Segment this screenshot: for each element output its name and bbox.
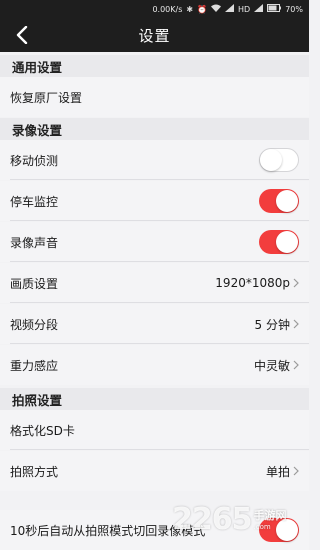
- section-title: 通用设置: [12, 59, 63, 75]
- divider: [10, 343, 309, 344]
- row-gsensor[interactable]: 重力感应 中灵敏: [0, 345, 309, 385]
- row-record-audio: 录像声音: [0, 222, 309, 262]
- row-format-sd[interactable]: 格式化SD卡: [0, 410, 309, 450]
- row-value: 1920*1080p: [215, 276, 290, 290]
- section-title: 录像设置: [12, 122, 63, 138]
- row-auto-switch: 10秒后自动从拍照模式切回录像模式: [0, 510, 309, 550]
- section-header-recording: 录像设置: [0, 118, 309, 140]
- row-value: 中灵敏: [253, 358, 290, 373]
- network-speed: 0.00K/s: [152, 4, 183, 14]
- row-label: 重力感应: [10, 358, 59, 373]
- signal-icon: [254, 4, 264, 14]
- divider: [10, 179, 309, 180]
- row-segment[interactable]: 视频分段 5 分钟: [0, 304, 309, 344]
- row-label: 视频分段: [10, 317, 59, 332]
- row-motion-detect: 移动侦测: [0, 140, 309, 180]
- auto-switch-toggle[interactable]: [259, 518, 299, 542]
- chevron-left-icon: [16, 26, 28, 44]
- toggle-knob: [260, 149, 282, 171]
- row-label: 恢复原厂设置: [10, 90, 83, 105]
- row-quality[interactable]: 画质设置 1920*1080p: [0, 263, 309, 303]
- hd-label: HD: [238, 4, 251, 14]
- status-bar: 0.00K/s ✱ ⏰ HD 70%: [0, 0, 309, 18]
- page-title: 设置: [138, 26, 171, 45]
- divider: [10, 302, 309, 303]
- divider: [10, 220, 309, 221]
- row-label: 画质设置: [10, 276, 59, 291]
- toggle-knob: [276, 231, 298, 253]
- section-header-photo: 拍照设置: [0, 388, 309, 410]
- row-label: 格式化SD卡: [10, 423, 75, 438]
- divider: [10, 261, 309, 262]
- section-header-general: 通用设置: [0, 55, 309, 77]
- battery-icon: [267, 4, 282, 14]
- row-label: 录像声音: [10, 235, 59, 250]
- motion-detect-toggle[interactable]: [259, 148, 299, 172]
- chevron-right-icon: [293, 360, 299, 370]
- row-label: 拍照方式: [10, 464, 59, 479]
- chevron-right-icon: [293, 278, 299, 288]
- divider: [10, 449, 309, 450]
- toggle-knob: [276, 519, 298, 541]
- row-label: 10秒后自动从拍照模式切回录像模式: [10, 523, 206, 538]
- nav-bar: 设置: [0, 18, 309, 52]
- back-button[interactable]: [10, 24, 34, 46]
- toggle-knob: [276, 190, 298, 212]
- row-label: 移动侦测: [10, 153, 59, 168]
- row-parking-monitor: 停车监控: [0, 181, 309, 221]
- signal-icon: [225, 4, 235, 14]
- row-value: 单拍: [265, 464, 290, 479]
- chevron-right-icon: [293, 319, 299, 329]
- battery-percent: 70%: [285, 4, 303, 14]
- row-restore-factory[interactable]: 恢复原厂设置: [0, 77, 309, 117]
- row-value: 5 分钟: [254, 317, 290, 332]
- wifi-icon: [211, 4, 222, 14]
- chevron-right-icon: [293, 466, 299, 476]
- record-audio-toggle[interactable]: [259, 230, 299, 254]
- row-shoot-mode[interactable]: 拍照方式 单拍: [0, 451, 309, 491]
- bluetooth-icon: ✱: [186, 4, 194, 14]
- row-label: 停车监控: [10, 194, 59, 209]
- section-title: 拍照设置: [12, 392, 63, 408]
- alarm-icon: ⏰: [197, 4, 208, 14]
- parking-monitor-toggle[interactable]: [259, 189, 299, 213]
